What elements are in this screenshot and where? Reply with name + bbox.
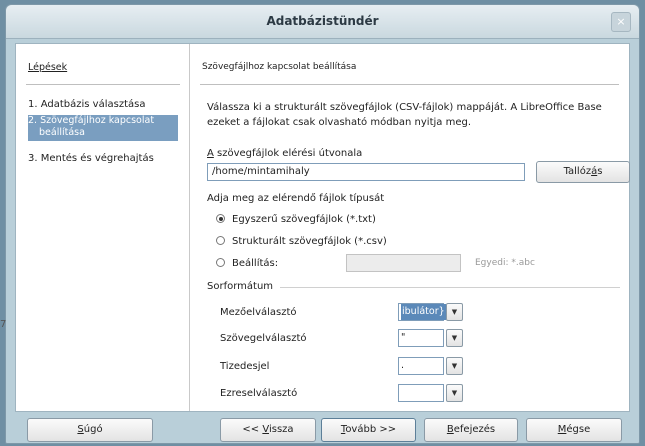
thousands-label: Ezreselválasztó [220,388,298,399]
back-mnemonic: V [262,424,269,435]
back-prefix: << [242,424,263,435]
option-txt[interactable]: Egyszerű szövegfájlok (*.txt) [216,214,376,225]
cancel-button[interactable]: Mégse [526,418,622,442]
chevron-down-icon[interactable]: ▼ [446,357,463,375]
steps-sidebar: Lépések 1. Adatbázis választása 2. Szöve… [16,44,190,411]
option-custom[interactable]: Beállítás: [216,258,278,269]
decimal-select[interactable]: . [398,357,444,375]
finish-button[interactable]: Befejezés [424,418,518,442]
step-select-database[interactable]: 1. Adatbázis választása [28,99,145,111]
radio-unchecked-icon[interactable] [216,236,225,245]
section-divider [200,84,619,85]
radio-unchecked-icon[interactable] [216,258,225,267]
decimal-value: . [401,360,405,371]
next-button[interactable]: Tovább >> [321,418,416,442]
text-separator-label: Szövegelválasztó [220,333,307,344]
text-separator-value: " [401,332,406,343]
custom-extension-hint: Egyedi: *.abc [475,258,535,268]
description: Válassza ki a strukturált szövegfájlok (… [207,100,627,130]
radio-checked-icon[interactable] [216,214,225,223]
path-label-rest: szövegfájlok elérési útvonala [213,148,363,159]
description-line1: Válassza ki a strukturált szövegfájlok (… [207,102,602,113]
left-edge-mark: 7 [0,319,7,330]
steps-heading: Lépések [28,62,68,73]
field-separator-select[interactable]: ibulátor} [398,303,446,321]
back-rest: issza [268,424,294,435]
section-title: Szövegfájlhoz kapcsolat beállítása [202,62,357,72]
option-txt-label: Egyszerű szövegfájlok (*.txt) [232,214,376,225]
decimal-label: Tizedesjel [220,361,270,372]
thousands-select[interactable] [398,384,444,402]
chevron-down-icon[interactable]: ▼ [446,329,463,347]
steps-divider [26,84,180,85]
chevron-down-icon[interactable]: ▼ [446,384,463,402]
back-button[interactable]: << Vissza [220,418,316,442]
step-text-connection[interactable]: 2. Szövegfájlhoz kapcsolat beállítása [28,115,178,141]
step-text-connection-line1: 2. Szövegfájlhoz kapcsolat [28,115,155,126]
path-input[interactable]: /home/mintamihaly [207,163,525,181]
wizard-window: Adatbázistündér × Lépések 1. Adatbázis v… [5,4,640,444]
description-line2: ezeket a fájlokat csak olvasható módban … [207,117,472,128]
title-bar[interactable]: Adatbázistündér × [6,5,639,39]
main-panel: Szövegfájlhoz kapcsolat beállítása Válas… [190,44,630,411]
path-label-mnemonic: A [207,148,214,159]
finish-mnemonic: B [446,424,454,435]
option-csv[interactable]: Strukturált szövegfájlok (*.csv) [216,236,387,247]
row-format-label: Sorformátum [207,281,274,292]
path-label: A szövegfájlok elérési útvonala [207,148,362,159]
help-rest: úgó [83,424,103,435]
cancel-rest: égse [566,424,591,435]
wizard-content: Lépések 1. Adatbázis választása 2. Szöve… [15,43,630,412]
custom-extension-input[interactable] [346,254,461,272]
chevron-down-icon[interactable]: ▼ [446,303,463,321]
option-custom-label: Beállítás: [232,258,279,269]
filetype-label: Adja meg az elérendő fájlok típusát [207,193,385,204]
browse-label-prefix: Tallóz [563,166,592,177]
option-csv-label: Strukturált szövegfájlok (*.csv) [232,236,387,247]
step-save-and-proceed[interactable]: 3. Mentés és végrehajtás [28,153,154,165]
field-separator-label: Mezőelválasztó [220,307,297,318]
browse-button[interactable]: Tallózás [536,161,630,183]
close-icon[interactable]: × [611,12,631,32]
step-text-connection-line2: beállítása [39,127,85,138]
row-format-divider [280,287,620,288]
field-separator-value: ibulátor} [401,304,446,320]
finish-rest: efejezés [453,424,496,435]
text-separator-select[interactable]: " [398,329,444,347]
help-button[interactable]: Súgó [27,418,153,442]
window-title: Adatbázistündér [266,14,379,28]
next-rest: ovább >> [345,424,397,435]
browse-label-suffix: s [597,166,603,177]
